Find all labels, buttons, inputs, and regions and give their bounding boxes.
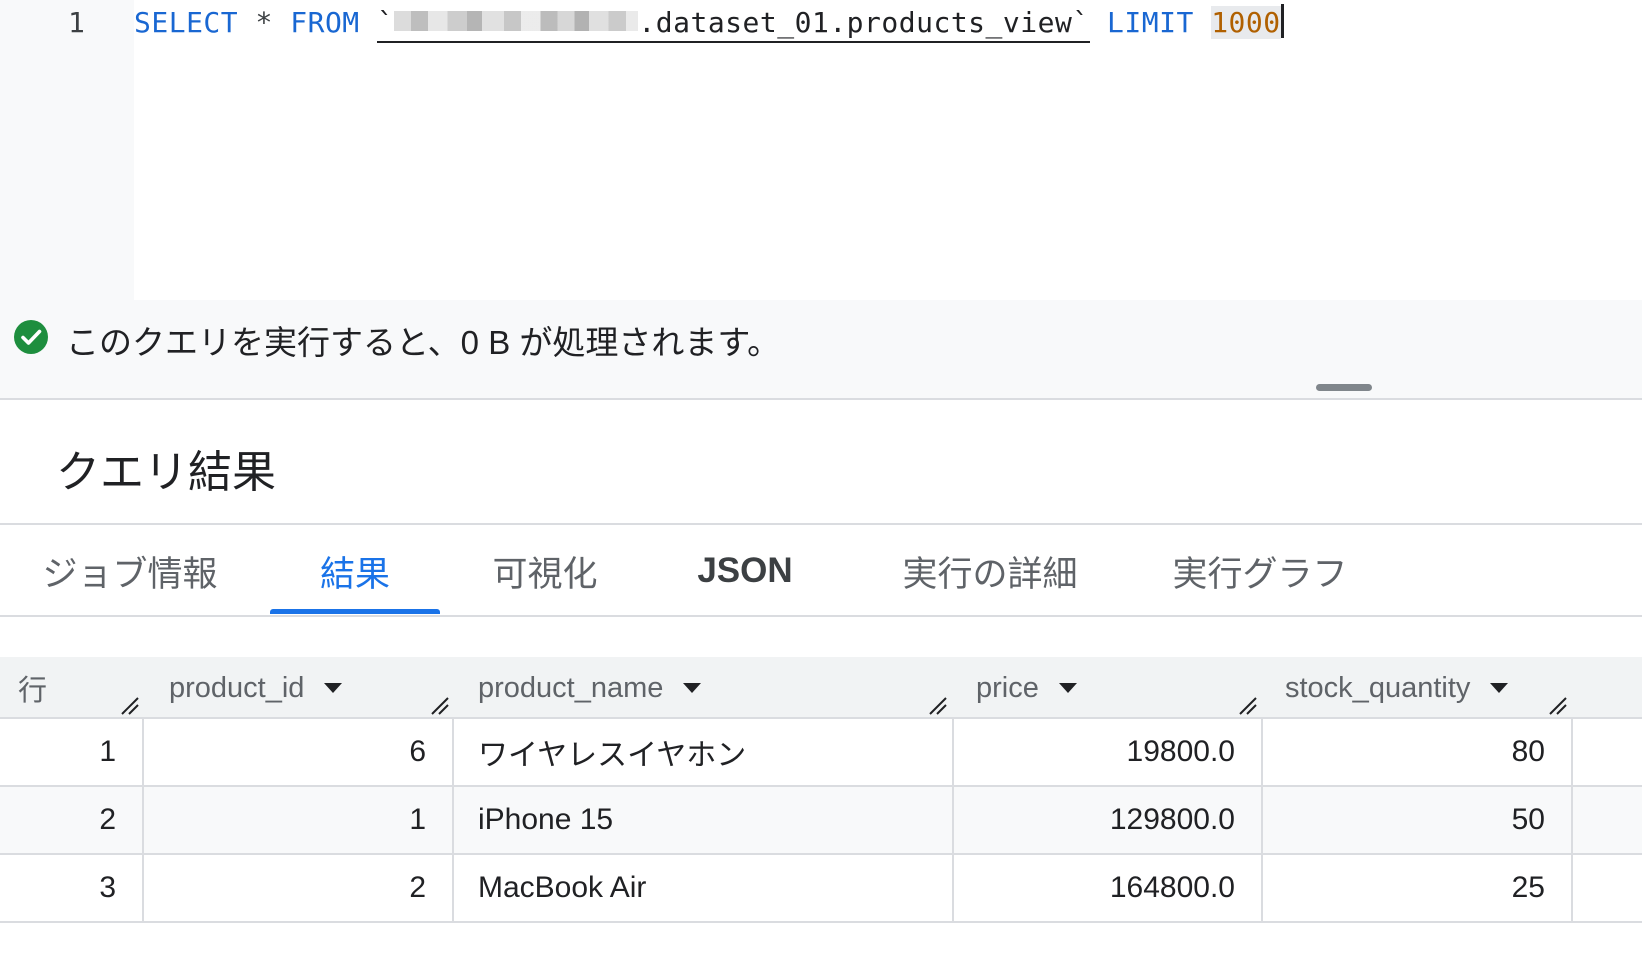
sort-dropdown-icon[interactable] xyxy=(1490,683,1509,693)
results-title: クエリ結果 xyxy=(56,448,276,497)
row-number-cell: 2 xyxy=(0,787,144,853)
column-header-price[interactable]: price xyxy=(976,657,1256,719)
results-tabs: ジョブ情報 結果 可視化 JSON 実行の詳細 実行グラフ xyxy=(0,525,1642,617)
cell-product-id[interactable]: 6 xyxy=(144,719,454,785)
cell-product-id[interactable]: 2 xyxy=(144,855,454,921)
cell-price[interactable]: 19800.0 xyxy=(954,719,1263,785)
table-row[interactable]: 2 1 iPhone 15 129800.0 50 xyxy=(0,787,1642,855)
cell-stock-quantity[interactable]: 80 xyxy=(1263,719,1573,785)
table-row[interactable]: 3 2 MacBook Air 164800.0 25 xyxy=(0,855,1642,923)
column-label: product_id xyxy=(169,671,305,704)
row-header-label: 行 xyxy=(18,675,48,707)
column-header-product-name[interactable]: product_name xyxy=(478,657,938,719)
table-header: 行 product_id product_name price stock_qu… xyxy=(0,657,1642,719)
column-resize-icon[interactable] xyxy=(1548,697,1568,715)
column-resize-icon[interactable] xyxy=(1238,697,1258,715)
keyword-limit: LIMIT xyxy=(1107,6,1194,39)
row-number-cell: 1 xyxy=(0,719,144,785)
line-gutter: 1 xyxy=(0,0,134,300)
check-circle-icon xyxy=(14,320,48,354)
column-header-product-id[interactable]: product_id xyxy=(169,657,449,719)
limit-value: 1000 xyxy=(1211,6,1281,39)
column-resize-icon[interactable] xyxy=(430,697,450,715)
code-area[interactable]: SELECT * FROM ` .dataset_01.products_view… xyxy=(134,0,1642,300)
backtick-close: ` xyxy=(1072,6,1090,39)
column-label: price xyxy=(976,671,1039,704)
code-line[interactable]: SELECT * FROM ` .dataset_01.products_view… xyxy=(134,4,1284,43)
cell-stock-quantity[interactable]: 50 xyxy=(1263,787,1573,853)
panel-resize-handle[interactable] xyxy=(1316,384,1372,391)
backtick-open: ` xyxy=(377,6,395,39)
column-resize-icon[interactable] xyxy=(120,697,140,715)
divider xyxy=(0,615,1642,617)
tab-results[interactable]: 結果 xyxy=(270,525,440,617)
column-label: stock_quantity xyxy=(1285,671,1471,704)
redacted-project-id xyxy=(394,11,639,31)
star-operator: * xyxy=(255,6,273,39)
text-cursor xyxy=(1280,4,1284,38)
row-number-cell: 3 xyxy=(0,855,144,921)
sort-dropdown-icon[interactable] xyxy=(324,683,343,693)
cell-product-name[interactable]: MacBook Air xyxy=(454,855,954,921)
table-reference[interactable]: ` .dataset_01.products_view` xyxy=(377,6,1090,43)
keyword-from: FROM xyxy=(290,6,360,39)
column-resize-icon[interactable] xyxy=(928,697,948,715)
cell-price[interactable]: 129800.0 xyxy=(954,787,1263,853)
tab-execution-graph[interactable]: 実行グラフ xyxy=(1160,525,1360,617)
table-row[interactable]: 1 6 ワイヤレスイヤホン 19800.0 80 xyxy=(0,719,1642,787)
sort-dropdown-icon[interactable] xyxy=(683,683,702,693)
cell-product-name[interactable]: ワイヤレスイヤホン xyxy=(454,719,954,785)
table-path: .dataset_01.products_view xyxy=(638,6,1073,39)
tab-visualization[interactable]: 可視化 xyxy=(470,525,620,617)
keyword-select: SELECT xyxy=(134,6,239,39)
active-tab-indicator xyxy=(270,609,440,614)
cell-stock-quantity[interactable]: 25 xyxy=(1263,855,1573,921)
tab-job-info[interactable]: ジョブ情報 xyxy=(30,525,230,617)
cell-product-name[interactable]: iPhone 15 xyxy=(454,787,954,853)
cell-price[interactable]: 164800.0 xyxy=(954,855,1263,921)
tab-execution-details[interactable]: 実行の詳細 xyxy=(880,525,1100,617)
column-label: product_name xyxy=(478,671,664,704)
sql-editor[interactable]: 1 SELECT * FROM ` .dataset_01.products_vi… xyxy=(0,0,1642,300)
cell-product-id[interactable]: 1 xyxy=(144,787,454,853)
sort-dropdown-icon[interactable] xyxy=(1058,683,1077,693)
line-number: 1 xyxy=(68,6,85,39)
tab-json[interactable]: JSON xyxy=(680,525,810,617)
column-header-stock-quantity[interactable]: stock_quantity xyxy=(1285,657,1585,719)
validator-message: このクエリを実行すると、0 B が処理されます。 xyxy=(66,324,781,361)
